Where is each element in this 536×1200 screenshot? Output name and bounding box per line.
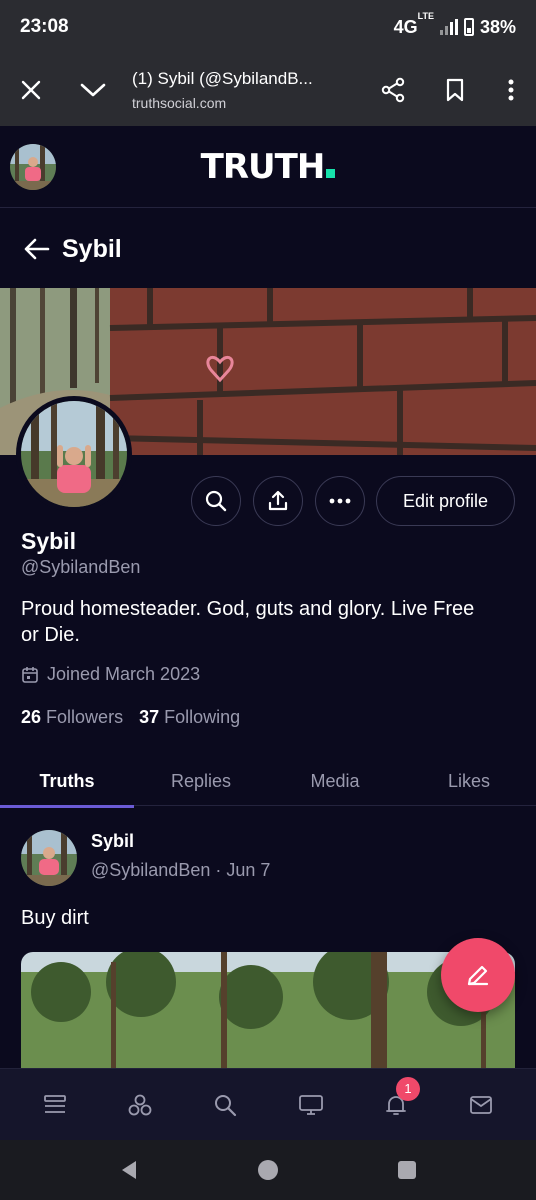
nav-groups[interactable]: [110, 1075, 170, 1135]
more-horizontal-icon: [329, 498, 351, 504]
header-avatar[interactable]: [10, 144, 56, 190]
joined-text: Joined March 2023: [47, 664, 201, 684]
post-meta: @SybilandBen · Jun 7: [91, 860, 271, 880]
page-domain: truthsocial.com: [132, 95, 227, 111]
arrow-left-icon: [24, 238, 50, 260]
share-profile-button[interactable]: [253, 476, 303, 526]
signal-icon: [439, 19, 458, 35]
notification-badge: 1: [395, 1076, 420, 1101]
close-tab-button[interactable]: [0, 54, 62, 126]
triangle-back-icon: [122, 1161, 137, 1179]
browser-toolbar: (1) Sybil (@SybilandB... truthsocial.com: [0, 54, 536, 126]
system-nav: [0, 1140, 536, 1200]
system-home-button[interactable]: [246, 1148, 290, 1192]
battery-icon: [463, 18, 474, 36]
search-profile-button[interactable]: [191, 476, 241, 526]
nav-feed[interactable]: [25, 1075, 85, 1135]
minimize-button[interactable]: [62, 54, 124, 126]
joined-date: Joined March 2023: [21, 664, 200, 685]
nav-search[interactable]: [195, 1075, 255, 1135]
tab-truths[interactable]: Truths: [0, 756, 134, 808]
page-title: (1) Sybil (@SybilandB...: [132, 69, 313, 88]
system-recents-button[interactable]: [385, 1148, 429, 1192]
tab-media[interactable]: Media: [268, 756, 402, 806]
mail-icon: [470, 1095, 493, 1114]
truth-logo[interactable]: TRUTH: [201, 147, 336, 187]
search-icon: [205, 490, 227, 512]
bookmark-button[interactable]: [424, 54, 486, 126]
share-button[interactable]: [362, 54, 424, 126]
status-bar: 23:08 4GLTE 38%: [0, 0, 536, 54]
chevron-down-icon: [80, 83, 106, 97]
followers-link[interactable]: 26 Followers: [21, 707, 123, 728]
app-header: TRUTH: [0, 126, 536, 208]
more-menu-button[interactable]: [486, 54, 536, 126]
status-time: 23:08: [20, 16, 69, 37]
compose-button[interactable]: [441, 938, 515, 1012]
share-icon: [381, 77, 405, 103]
more-vertical-icon: [508, 79, 514, 101]
profile-bio: Proud homesteader. God, guts and glory. …: [21, 598, 475, 646]
post-text: Buy dirt: [21, 907, 89, 929]
profile-stats: 26 Followers 37 Following: [21, 707, 240, 728]
tv-icon: [298, 1094, 323, 1115]
tab-likes[interactable]: Likes: [402, 756, 536, 806]
close-icon: [21, 80, 41, 100]
nav-tv[interactable]: [281, 1075, 341, 1135]
calendar-icon: [22, 666, 38, 683]
profile-nav: Sybil: [0, 210, 536, 288]
nav-messages[interactable]: [451, 1075, 511, 1135]
post-avatar[interactable]: [21, 830, 77, 886]
search-icon: [215, 1094, 237, 1116]
profile-nav-title: Sybil: [62, 234, 122, 263]
back-button[interactable]: [22, 234, 52, 264]
battery-level: 38%: [479, 16, 516, 37]
following-link[interactable]: 37 Following: [139, 707, 240, 728]
logo-dot: [326, 168, 336, 178]
edit-profile-button[interactable]: Edit profile: [376, 476, 515, 526]
network-type: 4GLTE: [393, 10, 434, 37]
profile-name: Sybil: [21, 528, 76, 554]
profile-avatar[interactable]: [16, 396, 132, 512]
nav-notifications[interactable]: 1: [366, 1075, 426, 1135]
square-recents-icon: [397, 1161, 416, 1179]
groups-icon: [128, 1094, 152, 1115]
profile-handle: @SybilandBen: [21, 557, 141, 577]
circle-home-icon: [257, 1160, 278, 1180]
status-indicators: 4GLTE 38%: [393, 10, 516, 38]
upload-icon: [268, 490, 288, 511]
feed-icon: [43, 1094, 66, 1113]
post-author[interactable]: Sybil: [91, 831, 134, 852]
system-back-button[interactable]: [107, 1148, 151, 1192]
tab-replies[interactable]: Replies: [134, 756, 268, 806]
bookmark-icon: [446, 78, 464, 102]
url-box[interactable]: (1) Sybil (@SybilandB... truthsocial.com: [124, 69, 362, 111]
pencil-edit-icon: [467, 965, 489, 986]
bottom-nav: 1: [0, 1068, 536, 1140]
more-options-button[interactable]: [315, 476, 365, 526]
profile-tabs: Truths Replies Media Likes: [0, 756, 536, 808]
